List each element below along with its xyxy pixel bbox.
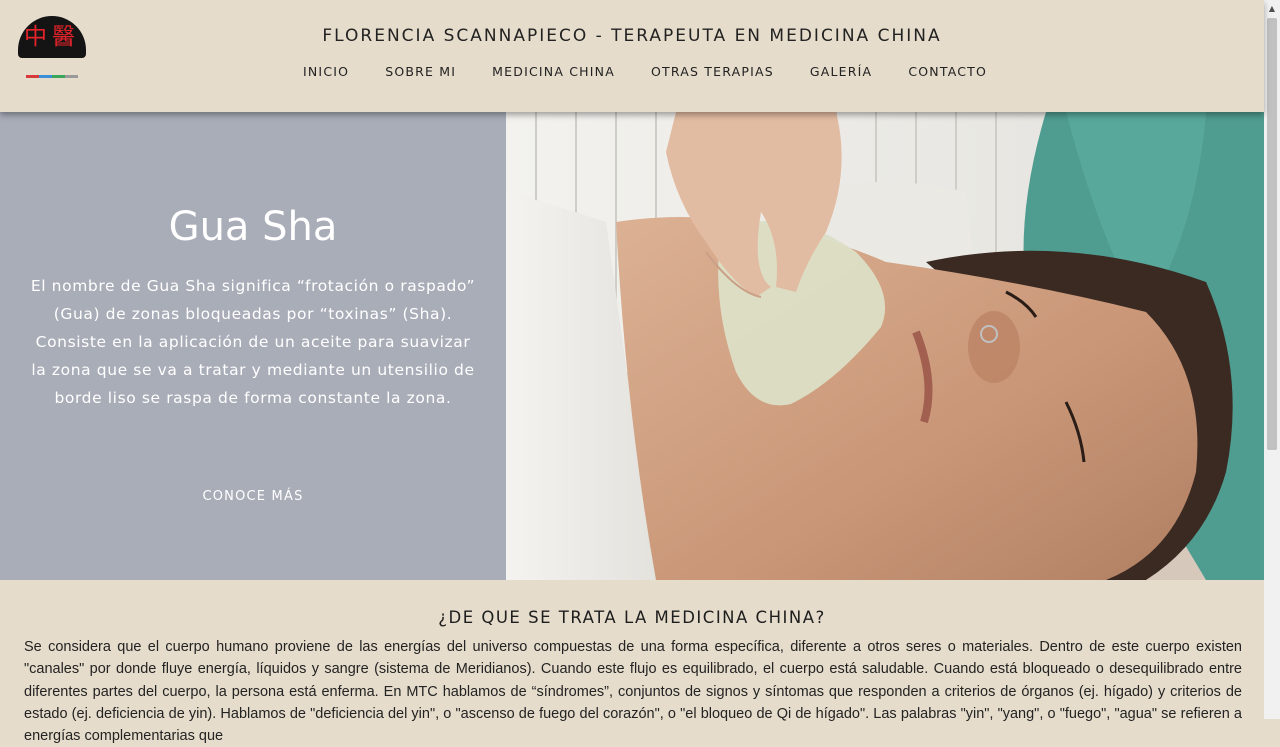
logo-color-bar <box>52 75 65 78</box>
conoce-mas-button[interactable]: CONOCE MÁS <box>0 489 506 504</box>
nav-item-medicina-china[interactable]: MEDICINA CHINA <box>474 62 633 82</box>
logo-color-bar <box>39 75 52 78</box>
nav-item-contacto[interactable]: CONTACTO <box>890 62 1005 82</box>
scrollbar-thumb[interactable] <box>1267 18 1277 450</box>
nav-item-galeria[interactable]: GALERÍA <box>792 62 890 82</box>
page-scrollbar[interactable]: ▲ <box>1264 0 1280 719</box>
scroll-up-arrow-icon[interactable]: ▲ <box>1264 0 1280 16</box>
section-paragraph: Se considera que el cuerpo humano provie… <box>24 639 1242 745</box>
section-title: ¿DE QUE SE TRATA LA MEDICINA CHINA? <box>438 608 826 627</box>
hero-description: El nombre de Gua Sha significa “frotació… <box>30 277 476 407</box>
nav-item-otras-terapias[interactable]: OTRAS TERAPIAS <box>633 62 792 82</box>
main-nav: INICIO SOBRE MI MEDICINA CHINA OTRAS TER… <box>285 62 1005 82</box>
logo-color-bar <box>65 75 78 78</box>
nav-item-inicio[interactable]: INICIO <box>285 62 367 82</box>
hero-title: Gua Sha <box>168 204 338 250</box>
nav-item-sobre-mi[interactable]: SOBRE MI <box>367 62 474 82</box>
logo-color-bar <box>26 75 39 78</box>
site-title: FLORENCIA SCANNAPIECO - TERAPEUTA EN MED… <box>322 26 942 46</box>
gua-sha-treatment-photo <box>506 112 1264 580</box>
site-header: 中 醫 FLORENCIA SCANNAPIECO - TERAPEUTA EN… <box>0 0 1264 112</box>
photo-illustration <box>506 112 1264 580</box>
hero-panel: Gua Sha El nombre de Gua Sha significa “… <box>0 112 506 580</box>
